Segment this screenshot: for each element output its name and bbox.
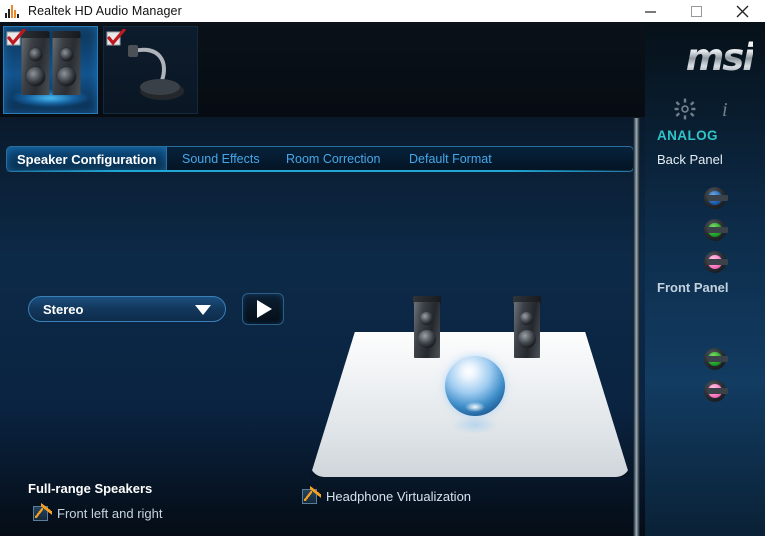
room-speaker-right: [513, 296, 541, 358]
right-rail: msi i ANALOG Back Panel Front Panel: [645, 22, 765, 536]
tab-default-format[interactable]: Default Format: [399, 147, 502, 171]
jack-blue-line-in[interactable]: [702, 187, 728, 209]
full-range-speakers-title: Full-range Speakers: [28, 481, 153, 496]
checkbox-icon[interactable]: [302, 485, 321, 504]
room-speaker-left: [413, 296, 441, 358]
jack-pink-mic[interactable]: [702, 380, 728, 402]
realtek-audio-manager-window: Realtek HD Audio Manager Speaker Configu…: [0, 0, 765, 536]
rail-icon-row: i: [645, 98, 765, 125]
svg-text:i: i: [722, 99, 728, 120]
tab-bar: Speaker Configuration Sound Effects Room…: [6, 146, 634, 172]
microphone-illustration: [114, 39, 190, 105]
tab-room-correction[interactable]: Room Correction: [276, 147, 390, 171]
active-tab-underline: [6, 170, 634, 172]
checkbox-icon[interactable]: [33, 502, 52, 521]
chevron-down-icon: [195, 305, 211, 315]
checkbox-label: Front left and right: [57, 506, 163, 521]
title-bar: Realtek HD Audio Manager: [0, 0, 765, 22]
minimize-button[interactable]: [627, 0, 673, 22]
jack-green-line-out[interactable]: [702, 219, 728, 241]
front-panel-label: Front Panel: [657, 280, 729, 295]
main-panel: Speaker Configuration Sound Effects Room…: [0, 118, 645, 536]
msi-logo: msi: [685, 36, 755, 79]
listener-sphere: [445, 356, 505, 416]
gear-icon[interactable]: [674, 98, 696, 125]
window-body: Speaker Configuration Sound Effects Room…: [0, 22, 765, 536]
play-icon: [257, 300, 272, 318]
check-badge-icon: [106, 29, 126, 46]
tab-speaker-configuration[interactable]: Speaker Configuration: [7, 147, 168, 171]
tab-sound-effects[interactable]: Sound Effects: [172, 147, 270, 171]
jack-pink-mic-in[interactable]: [702, 251, 728, 273]
speakers-illustration: [21, 31, 80, 95]
info-icon[interactable]: i: [714, 98, 736, 125]
panel-divider: [633, 118, 640, 536]
analog-label: ANALOG: [657, 128, 718, 143]
device-strip: [0, 22, 645, 118]
speaker-configuration-dropdown[interactable]: Stereo: [28, 296, 226, 322]
window-title: Realtek HD Audio Manager: [28, 4, 182, 18]
jack-green-headphone[interactable]: [702, 348, 728, 370]
play-test-button[interactable]: [242, 293, 284, 325]
dropdown-value: Stereo: [43, 301, 84, 317]
back-panel-label: Back Panel: [657, 152, 723, 167]
window-controls: [627, 0, 765, 22]
speakers-device-tile[interactable]: [3, 26, 98, 114]
checkbox-front-left-and-right[interactable]: Front left and right: [33, 502, 163, 521]
sphere-reflection: [452, 416, 498, 434]
audio-levels-icon: [5, 4, 21, 18]
checkbox-headphone-virtualization[interactable]: Headphone Virtualization: [302, 485, 472, 504]
room-visualization: [300, 284, 640, 484]
close-button[interactable]: [719, 0, 765, 22]
checkbox-label: Headphone Virtualization: [326, 489, 472, 504]
maximize-button[interactable]: [673, 0, 719, 22]
microphone-device-tile[interactable]: [103, 26, 198, 114]
check-badge-icon: [6, 29, 26, 46]
